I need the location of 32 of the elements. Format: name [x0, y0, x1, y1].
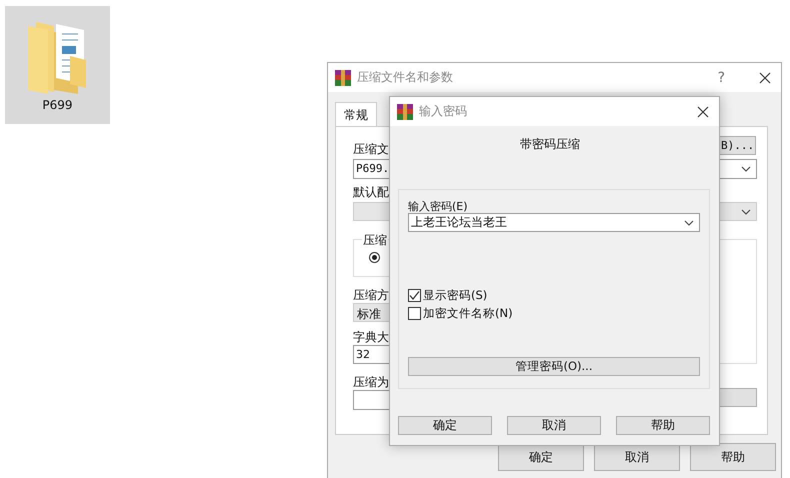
window-title: 输入密码 [419, 103, 468, 120]
checkbox[interactable] [408, 307, 421, 320]
window-title: 压缩文件名和参数 [357, 69, 454, 86]
close-icon[interactable] [697, 106, 709, 118]
help-button[interactable]: ? [718, 70, 725, 86]
checkbox[interactable] [408, 289, 421, 302]
field-label: 压缩文 [353, 141, 389, 158]
tab[interactable]: 常规 [335, 102, 377, 126]
chevron-icon [741, 165, 751, 173]
chevron-icon [684, 218, 694, 226]
close-icon[interactable] [759, 72, 771, 84]
password-field[interactable]: 上老王论坛当老王 [408, 213, 700, 232]
field-label: 默认配 [353, 184, 389, 201]
dialog-button[interactable]: 取消 [507, 416, 601, 435]
field-label: 输入密码(E) [408, 199, 469, 213]
checkmark-icon [409, 290, 420, 301]
app-icon [397, 104, 413, 120]
manage-passwords-button[interactable]: 管理密码(O)... [408, 357, 700, 376]
field-label: 压缩为 [353, 374, 389, 391]
chevron-icon [741, 208, 751, 216]
dialog-button[interactable]: 帮助 [616, 416, 710, 435]
app-icon [335, 70, 351, 86]
checkbox-option[interactable]: 显示密码(S) [408, 288, 488, 303]
checkbox-option[interactable]: 加密文件名称(N) [408, 306, 513, 321]
dialog-heading: 带密码压缩 [519, 136, 581, 153]
desktop-icon[interactable]: P699 [5, 6, 110, 124]
field-label: 压缩方 [353, 287, 389, 304]
field-label: 字典大 [353, 329, 389, 346]
browse-button[interactable]: B)... [719, 136, 756, 155]
radio-button[interactable] [369, 252, 380, 263]
dialog-button[interactable]: 帮助 [690, 443, 776, 471]
dialog-button[interactable]: 确定 [398, 416, 492, 435]
